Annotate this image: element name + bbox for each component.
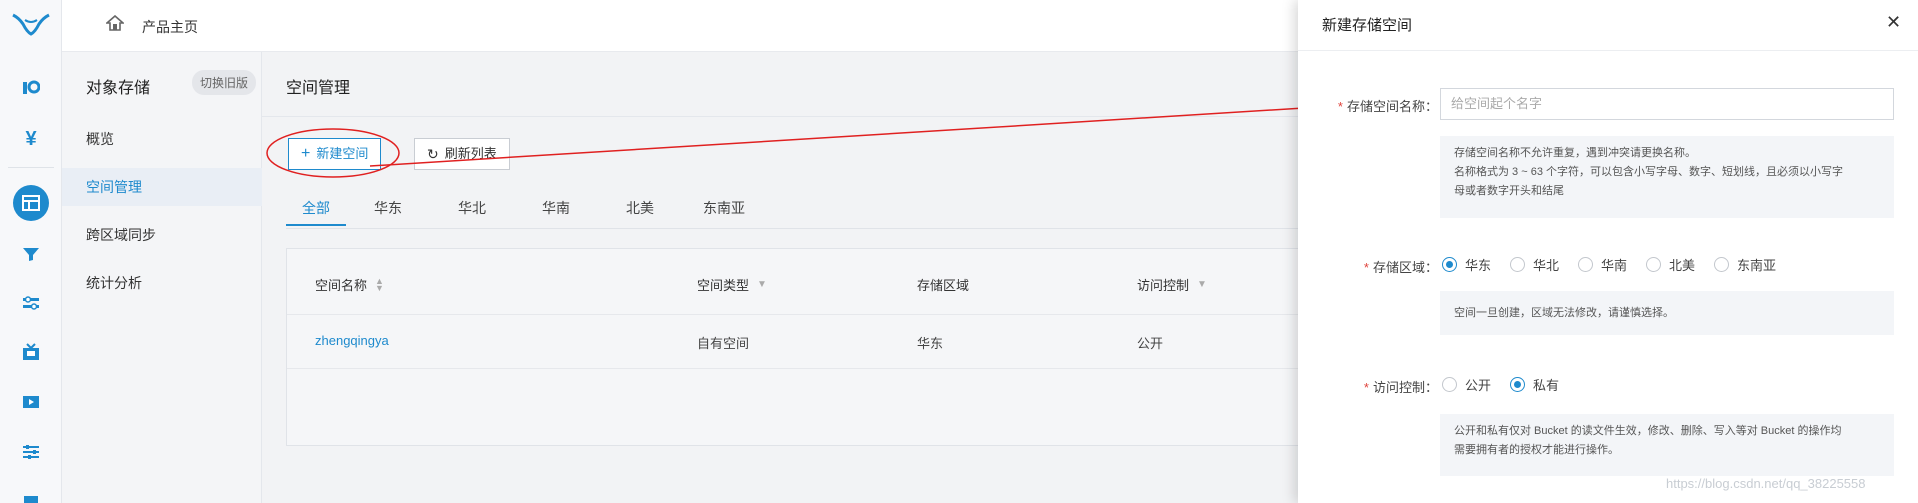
region-hint: 空间一旦创建，区域无法修改，请谨慎选择。 — [1440, 291, 1894, 335]
drawer-title: 新建存储空间 — [1322, 17, 1413, 34]
bucket-name-input[interactable]: 给空间起个名字 — [1440, 88, 1894, 120]
new-bucket-label: 新建空间 — [316, 146, 369, 161]
column-header-region: 存储区域 — [917, 275, 969, 294]
bucket-name-link[interactable]: zhengqingya — [315, 333, 389, 348]
access-control-hint: 公开和私有仅对 Bucket 的读文件生效，修改、删除、写入等对 Bucket … — [1440, 414, 1894, 476]
access-radio-public[interactable]: 公开 — [1442, 375, 1491, 394]
sidebar-title: 对象存储 — [86, 80, 151, 97]
required-mark: * — [1363, 380, 1369, 395]
bucket-region: 华东 — [917, 336, 944, 351]
radio-dot[interactable] — [1442, 377, 1457, 392]
radio-dot[interactable] — [1646, 257, 1661, 272]
region-radio-south-china[interactable]: 华南 — [1578, 255, 1627, 274]
refresh-label: 刷新列表 — [444, 146, 497, 161]
column-header-access[interactable]: 访问控制 ▼ — [1137, 275, 1207, 294]
region-radio-east-china[interactable]: 华东 — [1442, 255, 1491, 274]
plus-icon: + — [301, 145, 311, 162]
create-bucket-drawer: 新建存储空间 ✕ * 存储空间名称： 给空间起个名字 存储空间名称不允许重复，遇到… — [1298, 0, 1918, 503]
yen-icon[interactable]: ¥ — [19, 127, 43, 151]
radio-dot[interactable] — [1714, 257, 1729, 272]
sidebar-item-overview[interactable]: 概览 — [62, 120, 262, 158]
access-control-field-label: * 访问控制： — [1363, 380, 1438, 395]
close-icon[interactable]: ✕ — [1886, 12, 1901, 33]
sidebar-item-cross-region-sync[interactable]: 跨区域同步 — [62, 216, 262, 254]
header-divider — [262, 116, 1362, 117]
table-header: 空间名称 ▲ ▼ 空间类型 ▼ 存储区域 访问控制 ▼ — [287, 249, 1363, 315]
filter-icon[interactable] — [19, 242, 43, 266]
tabs-divider — [286, 228, 1362, 229]
column-access-label: 访问控制 — [1137, 278, 1190, 293]
bucket-name-hint: 存储空间名称不允许重复，遇到冲突请更换名称。 名称格式为 3 ~ 63 个字符，… — [1440, 136, 1894, 218]
column-region-label: 存储区域 — [917, 278, 970, 293]
column-name-label: 空间名称 — [315, 278, 368, 293]
refresh-icon: ↻ — [427, 146, 439, 162]
radio-dot[interactable] — [1578, 257, 1593, 272]
bucket-table: 空间名称 ▲ ▼ 空间类型 ▼ 存储区域 访问控制 ▼ zhengqingya 自… — [286, 248, 1363, 446]
name-hint-line-2: 名称格式为 3 ~ 63 个字符，可以包含小写字母、数字、短划线，且必须以小写字 — [1454, 166, 1843, 178]
home-icon[interactable] — [106, 15, 124, 31]
access-hint-line-1: 公开和私有仅对 Bucket 的读文件生效，修改、删除、写入等对 Bucket … — [1454, 425, 1842, 437]
data-icon[interactable] — [19, 76, 43, 100]
name-hint-line-3: 母或者数字开头和结尾 — [1454, 185, 1564, 197]
switch-old-version-button[interactable]: 切换旧版 — [192, 70, 257, 95]
rail-divider — [8, 167, 54, 168]
bucket-name-field-label: * 存储空间名称： — [1337, 99, 1438, 114]
access-radio-private[interactable]: 私有 — [1510, 375, 1559, 394]
sidebar-item-space-management[interactable]: 空间管理 — [62, 168, 262, 206]
icon-rail: ¥ — [0, 0, 62, 503]
required-mark: * — [1363, 260, 1369, 275]
column-type-label: 空间类型 — [697, 278, 750, 293]
more-icon[interactable] — [19, 490, 43, 503]
radio-dot[interactable] — [1442, 257, 1457, 272]
filter-icon[interactable]: ▼ — [757, 279, 767, 290]
region-tabs: 全部 华东 华北 华南 北美 东南亚 — [286, 190, 766, 226]
filter-icon[interactable]: ▼ — [1197, 279, 1207, 290]
refresh-list-button[interactable]: ↻ 刷新列表 — [414, 138, 510, 170]
media-icon[interactable] — [19, 390, 43, 414]
sort-icon[interactable]: ▲ ▼ — [375, 276, 384, 292]
access-hint-line-2: 需要拥有者的授权才能进行操作。 — [1454, 444, 1619, 456]
sliders-icon[interactable] — [19, 291, 43, 315]
region-radio-southeast-asia[interactable]: 东南亚 — [1714, 255, 1776, 274]
column-header-name[interactable]: 空间名称 ▲ ▼ — [315, 275, 384, 294]
watermark-text: https://blog.csdn.net/qq_38225558 — [1666, 476, 1866, 491]
bucket-type: 自有空间 — [697, 336, 750, 351]
settings-icon[interactable] — [19, 440, 43, 464]
page-title: 空间管理 — [286, 80, 351, 97]
name-hint-line-1: 存储空间名称不允许重复，遇到冲突请更换名称。 — [1454, 147, 1696, 159]
tv-icon[interactable] — [19, 340, 43, 364]
tab-southeast-asia[interactable]: 东南亚 — [682, 190, 766, 226]
new-bucket-button[interactable]: + 新建空间 — [288, 138, 382, 170]
logo-icon[interactable] — [11, 12, 51, 38]
drawer-header-divider — [1298, 50, 1918, 51]
column-header-type[interactable]: 空间类型 ▼ — [697, 275, 767, 294]
sidebar-item-statistics[interactable]: 统计分析 — [62, 264, 262, 302]
tab-east-china[interactable]: 华东 — [346, 190, 430, 226]
home-link[interactable]: 产品主页 — [142, 17, 198, 37]
tab-all[interactable]: 全部 — [286, 190, 346, 226]
radio-dot[interactable] — [1510, 377, 1525, 392]
table-row[interactable]: zhengqingya 自有空间 华东 公开 — [287, 315, 1363, 369]
bucket-access: 公开 — [1137, 336, 1164, 351]
region-field-label: * 存储区域： — [1363, 260, 1438, 275]
tab-north-america[interactable]: 北美 — [598, 190, 682, 226]
product-sidebar: 对象存储 切换旧版 概览 空间管理 跨区域同步 统计分析 — [62, 52, 262, 503]
grid-icon[interactable] — [13, 185, 49, 221]
required-mark: * — [1337, 99, 1343, 114]
tab-south-china[interactable]: 华南 — [514, 190, 598, 226]
tab-north-china[interactable]: 华北 — [430, 190, 514, 226]
region-radio-north-china[interactable]: 华北 — [1510, 255, 1559, 274]
region-radio-north-america[interactable]: 北美 — [1646, 255, 1695, 274]
radio-dot[interactable] — [1510, 257, 1525, 272]
